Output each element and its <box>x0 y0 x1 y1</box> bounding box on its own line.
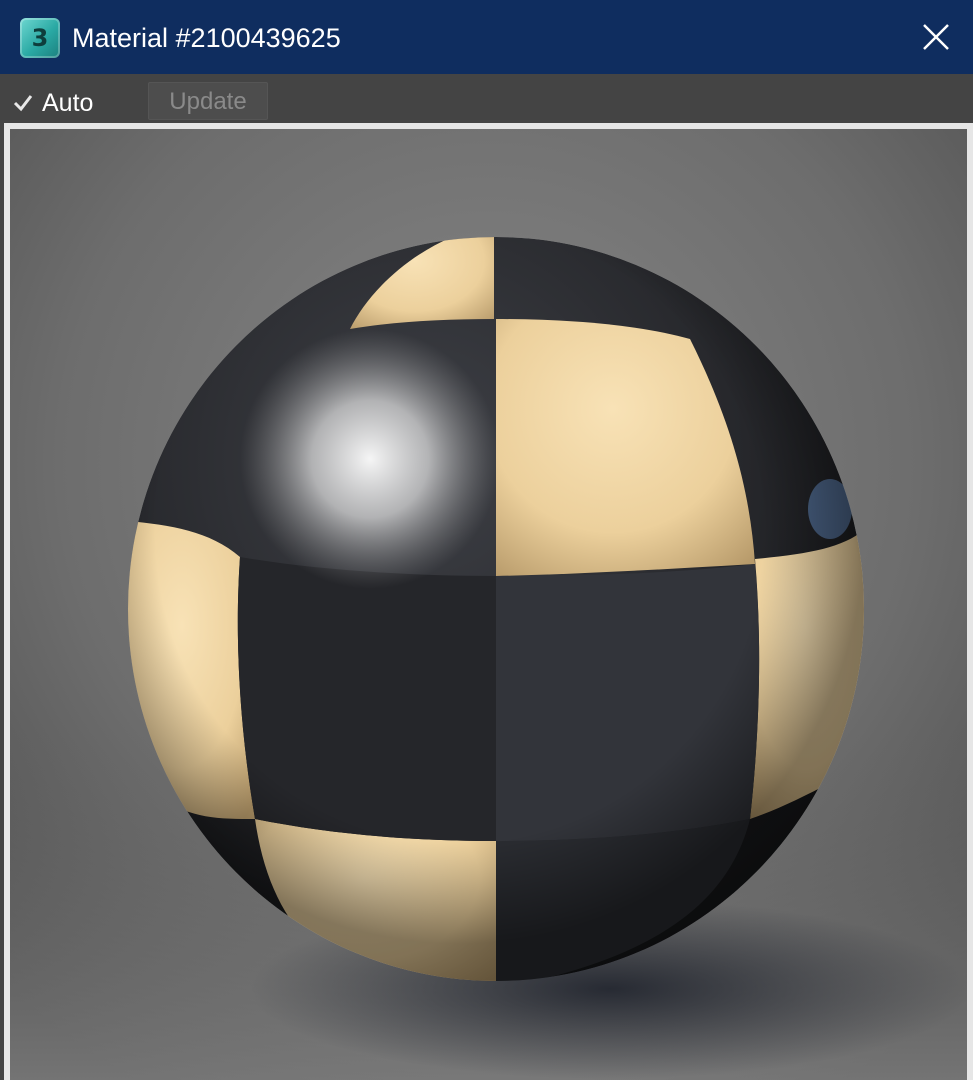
update-button[interactable]: Update <box>148 82 268 120</box>
app-icon-glyph: 3 <box>31 24 49 52</box>
material-preview-viewport[interactable] <box>10 129 967 1080</box>
auto-label: Auto <box>42 89 94 117</box>
close-icon <box>923 24 949 50</box>
app-icon: 3 <box>20 18 60 58</box>
material-preview-window: 3 Material #2100439625 Auto Update <box>0 0 973 1080</box>
preview-frame <box>4 123 973 1080</box>
window-title: Material #2100439625 <box>72 23 341 53</box>
material-sphere-render <box>10 129 967 1080</box>
preview-toolbar: Auto Update <box>0 74 973 126</box>
title-bar[interactable]: 3 Material #2100439625 <box>0 0 973 74</box>
close-button[interactable] <box>899 0 973 74</box>
checkmark-icon <box>13 95 33 112</box>
